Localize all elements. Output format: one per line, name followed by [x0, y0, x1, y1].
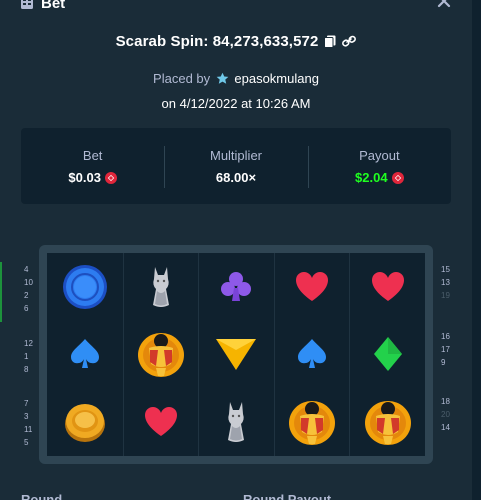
stat-payout-value: $2.04	[355, 170, 388, 185]
payline-number: 14	[441, 423, 450, 432]
purple-club-icon	[219, 270, 253, 304]
blue-chip-icon	[62, 264, 108, 310]
stat-payout-value-row: $2.04	[355, 170, 404, 185]
stat-payout-label: Payout	[359, 148, 400, 163]
payline-number: 2	[24, 291, 29, 300]
bet-date: on 4/12/2022 at 10:26 AM	[161, 96, 311, 111]
stat-payout: Payout $2.04	[307, 128, 451, 204]
payline-number: 11	[24, 425, 33, 434]
slot-board	[47, 253, 425, 456]
payline-number: 18	[441, 397, 450, 406]
slot-cell	[349, 253, 425, 321]
side-accent	[0, 262, 2, 322]
payline-number: 6	[24, 304, 29, 313]
slot-cell	[349, 320, 425, 389]
spin-id-label: Scarab Spin: 84,273,633,572	[115, 33, 319, 50]
left-paylines-row-1: 4 10 2 6	[24, 263, 33, 315]
slot-cell	[122, 253, 199, 321]
bet-stats-panel: Bet $0.03 Multiplier 68.00× Payout $2.04	[21, 128, 451, 204]
payline-number: 12	[24, 339, 33, 348]
slot-cell	[47, 321, 123, 389]
right-paylines-row-1: 15 13 19	[441, 263, 450, 302]
stat-multiplier-value-row: 68.00×	[216, 170, 256, 185]
tron-coin-icon	[104, 171, 117, 184]
cat-statue-icon	[146, 265, 176, 309]
golden-scarab-icon	[287, 396, 337, 448]
right-paylines-row-3: 18 20 14	[441, 395, 450, 434]
modal-title: Bet	[41, 0, 66, 12]
payline-number: 4	[24, 265, 29, 274]
golden-scarab-icon	[363, 396, 413, 448]
blue-spade-icon	[69, 338, 101, 370]
red-heart-icon	[371, 271, 405, 303]
round-payout-label: Round Payout	[243, 492, 332, 500]
blue-spade-icon	[296, 338, 328, 370]
slot-cell	[122, 320, 199, 389]
background-strip	[472, 0, 481, 500]
bet-icon	[21, 0, 33, 9]
slot-cell	[122, 388, 199, 456]
red-heart-icon	[144, 406, 178, 438]
slot-cell	[198, 388, 274, 456]
tron-coin-icon	[391, 171, 404, 184]
payline-number: 19	[441, 291, 450, 300]
slot-cell	[198, 253, 274, 321]
red-heart-icon	[295, 271, 329, 303]
golden-scarab-icon	[136, 328, 186, 380]
left-paylines-row-3: 7 3 11 5	[24, 397, 32, 449]
star-icon	[216, 72, 229, 84]
gold-coin-icon	[63, 400, 107, 444]
close-icon[interactable]	[437, 0, 451, 8]
slot-cell	[47, 253, 123, 321]
placed-by-prefix: Placed by	[153, 71, 211, 86]
payline-number: 20	[441, 410, 450, 419]
payline-number: 17	[441, 345, 450, 354]
link-icon[interactable]	[342, 35, 357, 48]
payline-number: 1	[24, 352, 29, 361]
left-paylines-row-2: 12 1 8	[24, 337, 33, 376]
payline-number: 7	[24, 399, 29, 408]
payline-number: 15	[441, 265, 450, 274]
cat-statue-icon	[221, 400, 251, 444]
payline-number: 16	[441, 332, 450, 341]
stat-multiplier-value: 68.00×	[215, 170, 257, 185]
slot-cell	[349, 388, 425, 456]
payline-number: 3	[24, 412, 29, 421]
bet-modal: Bet Scarab Spin: 84,273,633,572 Placed b…	[0, 0, 472, 500]
slot-cell	[273, 253, 350, 321]
payline-number: 9	[441, 358, 446, 367]
payline-number: 10	[24, 278, 33, 287]
right-paylines-row-2: 16 17 9	[441, 330, 450, 369]
stat-multiplier-label: Multiplier	[209, 148, 262, 163]
username-link[interactable]: epasokmulang	[234, 71, 319, 86]
stat-bet-value-row: $0.03	[68, 170, 117, 185]
slot-cell	[47, 388, 123, 456]
spin-id-heading: Scarab Spin: 84,273,633,572	[0, 33, 472, 50]
round-label: Round	[21, 492, 63, 500]
stat-bet-value: $0.03	[68, 170, 101, 185]
slot-cell	[273, 388, 350, 456]
modal-header: Bet	[0, 0, 472, 12]
stat-bet: Bet $0.03	[21, 128, 164, 204]
yellow-triangle-icon	[214, 336, 258, 372]
slot-cell	[198, 320, 274, 389]
payline-number: 8	[24, 365, 29, 374]
stat-multiplier: Multiplier 68.00×	[164, 128, 307, 204]
green-diamond-icon	[372, 336, 404, 372]
stat-bet-label: Bet	[82, 148, 103, 163]
copy-icon[interactable]	[324, 35, 336, 48]
slot-cell	[273, 320, 350, 389]
payline-number: 13	[441, 278, 450, 287]
payline-number: 5	[24, 438, 29, 447]
placed-by-line: Placed by epasokmulang	[0, 71, 472, 86]
